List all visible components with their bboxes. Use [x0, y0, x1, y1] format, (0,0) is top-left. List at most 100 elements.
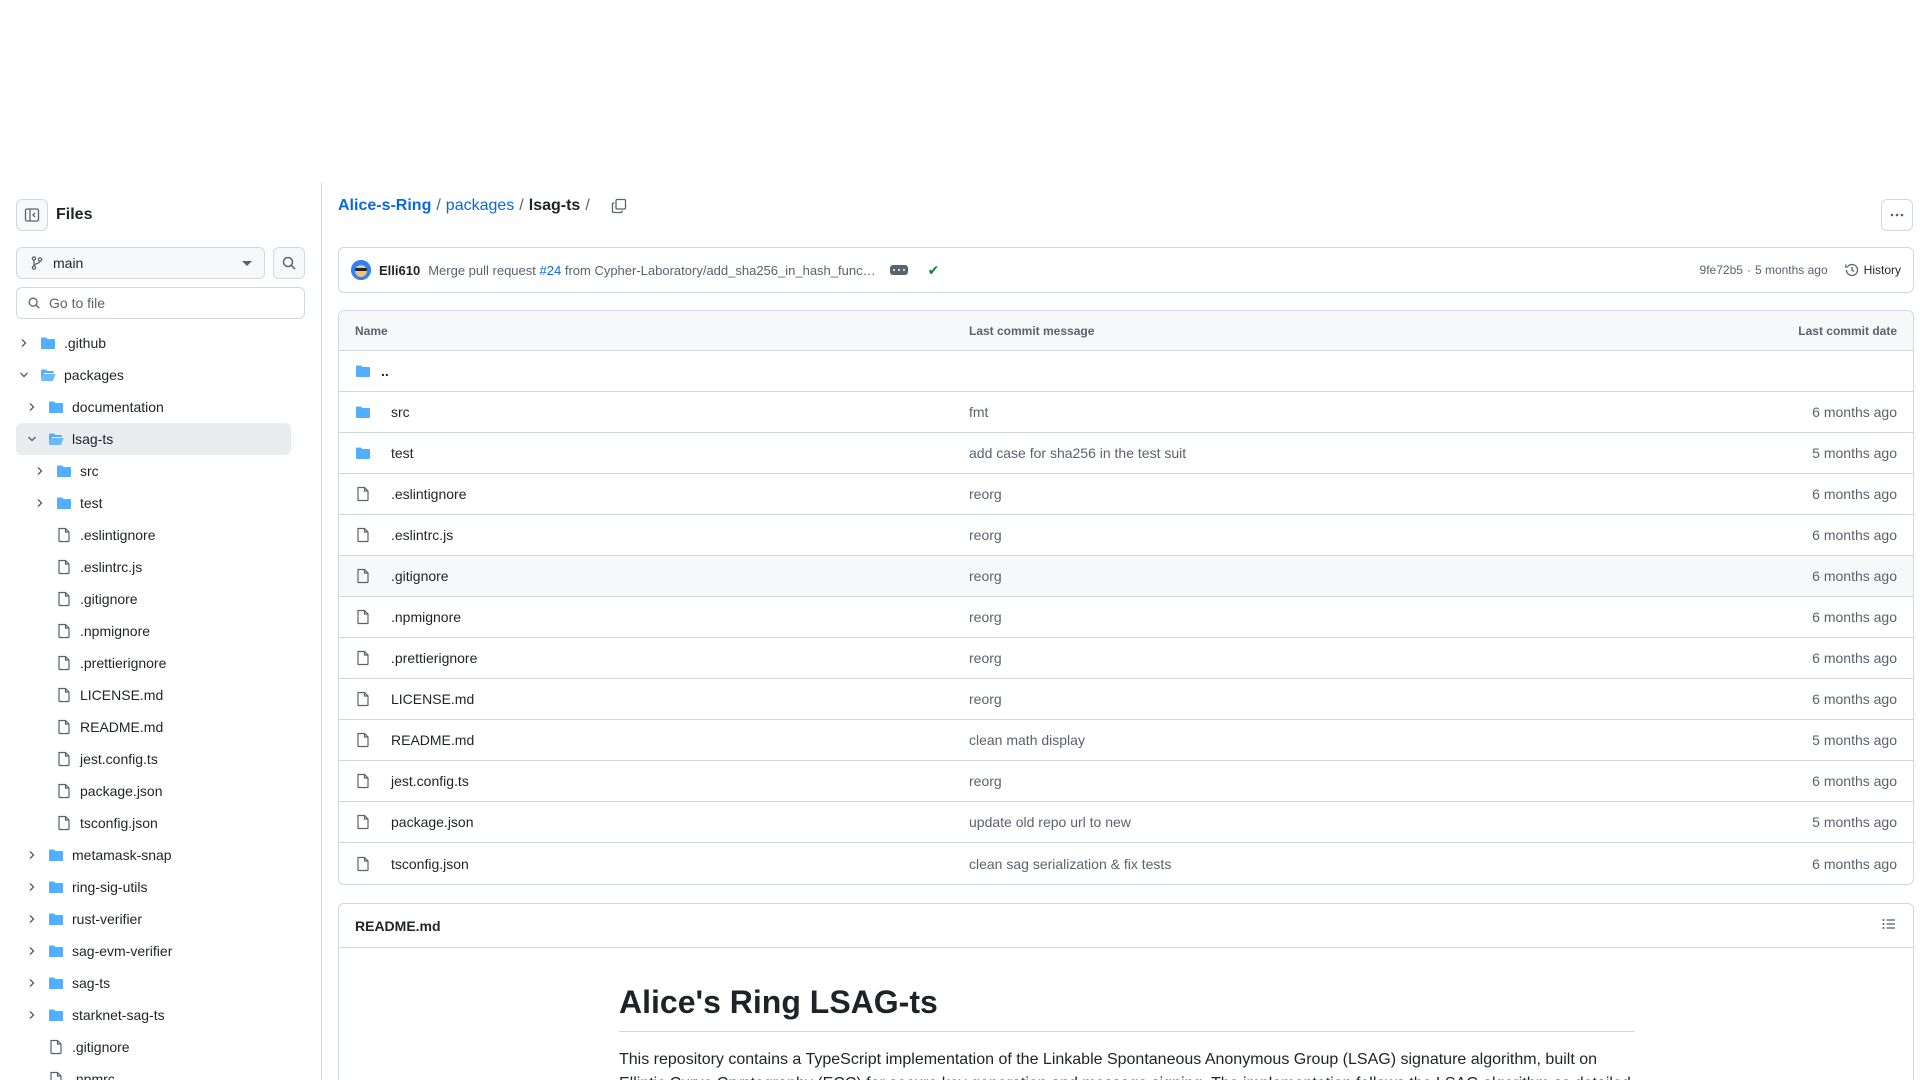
copy-path-button[interactable]: [611, 198, 627, 214]
commit-date: 6 months ago: [1812, 609, 1897, 625]
chevron-right-icon[interactable]: [16, 335, 32, 351]
file-name-link[interactable]: .gitignore: [391, 568, 449, 584]
file-table-row[interactable]: .eslintignore reorg 6 months ago: [339, 474, 1913, 515]
parent-directory-link[interactable]: ..: [381, 363, 389, 379]
tree-folder-item[interactable]: packages: [16, 359, 291, 391]
go-to-file-placeholder: Go to file: [49, 295, 106, 311]
tree-file-item[interactable]: .npmignore: [16, 615, 291, 647]
search-button[interactable]: [273, 247, 305, 279]
file-icon: [355, 814, 381, 830]
expand-commit-message-button[interactable]: [889, 265, 908, 275]
collapse-sidebar-button[interactable]: [16, 199, 48, 231]
file-name-link[interactable]: README.md: [391, 732, 474, 748]
author-avatar[interactable]: [351, 260, 371, 280]
tree-file-item[interactable]: LICENSE.md: [16, 679, 291, 711]
commit-message-link[interactable]: add case for sha256 in the test suit: [969, 445, 1186, 461]
search-icon: [282, 256, 296, 270]
tree-file-item[interactable]: .eslintignore: [16, 519, 291, 551]
commit-message-prefix: Merge pull request: [428, 262, 536, 278]
breadcrumb: Alice-s-Ring / packages / lsag-ts /: [338, 197, 627, 215]
tree-folder-item[interactable]: documentation: [16, 391, 291, 423]
commit-message-link[interactable]: reorg: [969, 568, 1002, 584]
tree-item-label: ring-sig-utils: [72, 879, 148, 895]
commit-message-link[interactable]: clean math display: [969, 732, 1085, 748]
commit-sha[interactable]: 9fe72b5: [1700, 263, 1743, 277]
tree-folder-item[interactable]: src: [16, 455, 291, 487]
sidebar-title: Files: [56, 206, 93, 223]
tree-file-item[interactable]: .eslintrc.js: [16, 551, 291, 583]
tree-folder-item[interactable]: sag-ts: [16, 967, 291, 999]
file-table-row[interactable]: package.json update old repo url to new 5 …: [339, 802, 1913, 843]
tree-folder-item[interactable]: .github: [16, 327, 291, 359]
tree-folder-item[interactable]: ring-sig-utils: [16, 871, 291, 903]
tree-file-item[interactable]: package.json: [16, 775, 291, 807]
chevron-right-icon[interactable]: [32, 495, 48, 511]
commit-message-link[interactable]: reorg: [969, 691, 1002, 707]
tree-file-item[interactable]: jest.config.ts: [16, 743, 291, 775]
check-success-icon[interactable]: ✔: [928, 262, 940, 279]
tree-file-item[interactable]: tsconfig.json: [16, 807, 291, 839]
file-name-link[interactable]: .npmignore: [391, 609, 461, 625]
chevron-right-icon[interactable]: [24, 943, 40, 959]
file-name-link[interactable]: jest.config.ts: [391, 773, 469, 789]
commit-message-link[interactable]: reorg: [969, 527, 1002, 543]
tree-file-item[interactable]: .gitignore: [16, 583, 291, 615]
tree-file-item[interactable]: README.md: [16, 711, 291, 743]
go-to-file-input[interactable]: Go to file: [16, 287, 305, 319]
commit-message-link[interactable]: reorg: [969, 650, 1002, 666]
chevron-right-icon[interactable]: [24, 1007, 40, 1023]
file-name-link[interactable]: src: [391, 404, 410, 420]
outline-button[interactable]: [1881, 916, 1897, 935]
chevron-down-icon[interactable]: [24, 431, 40, 447]
pr-link[interactable]: #24: [540, 263, 562, 278]
commit-message-link[interactable]: reorg: [969, 773, 1002, 789]
file-table-row[interactable]: .eslintrc.js reorg 6 months ago: [339, 515, 1913, 556]
file-table-row[interactable]: src fmt 6 months ago: [339, 392, 1913, 433]
file-table-row[interactable]: README.md clean math display 5 months ago: [339, 720, 1913, 761]
file-table-row[interactable]: tsconfig.json clean sag serialization & f…: [339, 843, 1913, 884]
tree-file-item[interactable]: .prettierignore: [16, 647, 291, 679]
chevron-right-icon[interactable]: [32, 463, 48, 479]
file-name-link[interactable]: LICENSE.md: [391, 691, 474, 707]
chevron-right-icon[interactable]: [24, 911, 40, 927]
commit-message-link[interactable]: reorg: [969, 609, 1002, 625]
file-name-link[interactable]: .eslintrc.js: [391, 527, 453, 543]
commit-message[interactable]: Merge pull request #24 from Cypher-Labor…: [428, 263, 875, 278]
file-name-link[interactable]: test: [391, 445, 414, 461]
file-icon: [355, 856, 381, 872]
breadcrumb-repo-link[interactable]: Alice-s-Ring: [338, 197, 431, 215]
tree-file-item[interactable]: .gitignore: [16, 1031, 291, 1063]
file-name-link[interactable]: .prettierignore: [391, 650, 477, 666]
tree-file-item[interactable]: .npmrc: [16, 1063, 291, 1080]
more-options-button[interactable]: [1881, 199, 1913, 231]
chevron-right-icon[interactable]: [24, 399, 40, 415]
file-table-row[interactable]: jest.config.ts reorg 6 months ago: [339, 761, 1913, 802]
parent-directory-row[interactable]: ..: [339, 351, 1913, 392]
file-name-link[interactable]: .eslintignore: [391, 486, 467, 502]
chevron-right-icon[interactable]: [24, 975, 40, 991]
file-table-row[interactable]: .gitignore reorg 6 months ago: [339, 556, 1913, 597]
chevron-right-icon[interactable]: [24, 847, 40, 863]
file-name-link[interactable]: package.json: [391, 814, 474, 830]
history-button[interactable]: History: [1844, 262, 1901, 278]
tree-folder-item[interactable]: metamask-snap: [16, 839, 291, 871]
tree-folder-item[interactable]: starknet-sag-ts: [16, 999, 291, 1031]
file-table-row[interactable]: test add case for sha256 in the test suit…: [339, 433, 1913, 474]
file-name-link[interactable]: tsconfig.json: [391, 856, 469, 872]
file-table-row[interactable]: .npmignore reorg 6 months ago: [339, 597, 1913, 638]
commit-author[interactable]: Elli610: [379, 263, 420, 278]
commit-message-link[interactable]: fmt: [969, 404, 988, 420]
tree-folder-item[interactable]: rust-verifier: [16, 903, 291, 935]
tree-folder-item[interactable]: lsag-ts: [16, 423, 291, 455]
branch-selector[interactable]: main: [16, 247, 265, 279]
commit-message-link[interactable]: update old repo url to new: [969, 814, 1131, 830]
tree-folder-item[interactable]: test: [16, 487, 291, 519]
chevron-right-icon[interactable]: [24, 879, 40, 895]
breadcrumb-packages-link[interactable]: packages: [446, 197, 515, 215]
commit-message-link[interactable]: clean sag serialization & fix tests: [969, 856, 1171, 872]
commit-message-link[interactable]: reorg: [969, 486, 1002, 502]
tree-folder-item[interactable]: sag-evm-verifier: [16, 935, 291, 967]
file-table-row[interactable]: .prettierignore reorg 6 months ago: [339, 638, 1913, 679]
chevron-down-icon[interactable]: [16, 367, 32, 383]
file-table-row[interactable]: LICENSE.md reorg 6 months ago: [339, 679, 1913, 720]
